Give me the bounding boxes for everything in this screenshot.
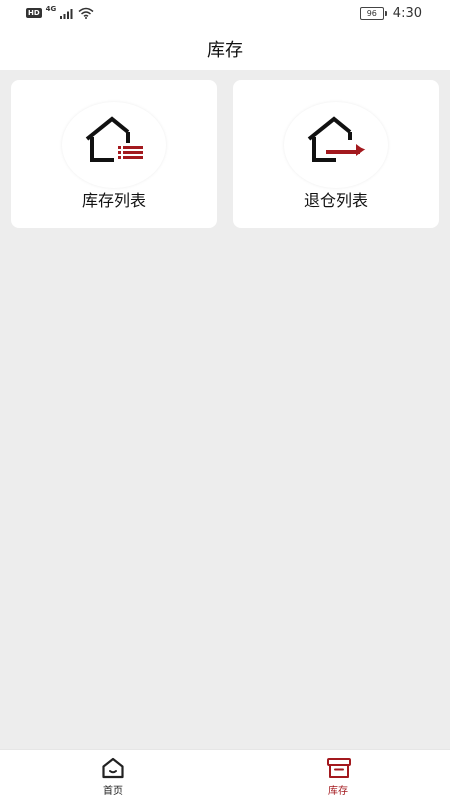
return-list-card[interactable]: 退仓列表	[233, 80, 439, 228]
bottom-tab-bar: 首页 库存	[0, 749, 450, 800]
tab-inventory[interactable]: 库存	[288, 750, 388, 800]
status-clock: 4:30	[392, 5, 422, 21]
status-bar: HD 4G 96 4:30	[0, 0, 450, 26]
return-list-icon-circle	[284, 102, 388, 188]
nav-bar: 库存	[0, 26, 450, 70]
house-list-icon	[85, 116, 143, 162]
battery-icon: 96	[359, 6, 387, 20]
tab-inventory-label: 库存	[328, 786, 348, 797]
house-return-icon	[307, 116, 366, 162]
return-list-label: 退仓列表	[303, 191, 368, 210]
page-title: 库存	[207, 40, 243, 61]
status-left-group: HD 4G	[26, 4, 94, 23]
archive-box-icon	[327, 758, 351, 778]
signal-icon	[60, 4, 74, 23]
tab-home[interactable]: 首页	[63, 750, 163, 800]
inventory-list-label: 库存列表	[81, 191, 146, 210]
network-type-label: 4G	[45, 5, 57, 13]
tab-home-label: 首页	[103, 786, 123, 797]
home-icon	[102, 757, 124, 779]
inventory-list-card[interactable]: 库存列表	[11, 80, 217, 228]
inventory-list-icon-circle	[62, 102, 166, 188]
status-right-group: 96 4:30	[359, 5, 422, 21]
battery-level: 96	[359, 6, 384, 20]
hd-badge: HD	[26, 8, 42, 18]
wifi-icon	[78, 4, 94, 23]
